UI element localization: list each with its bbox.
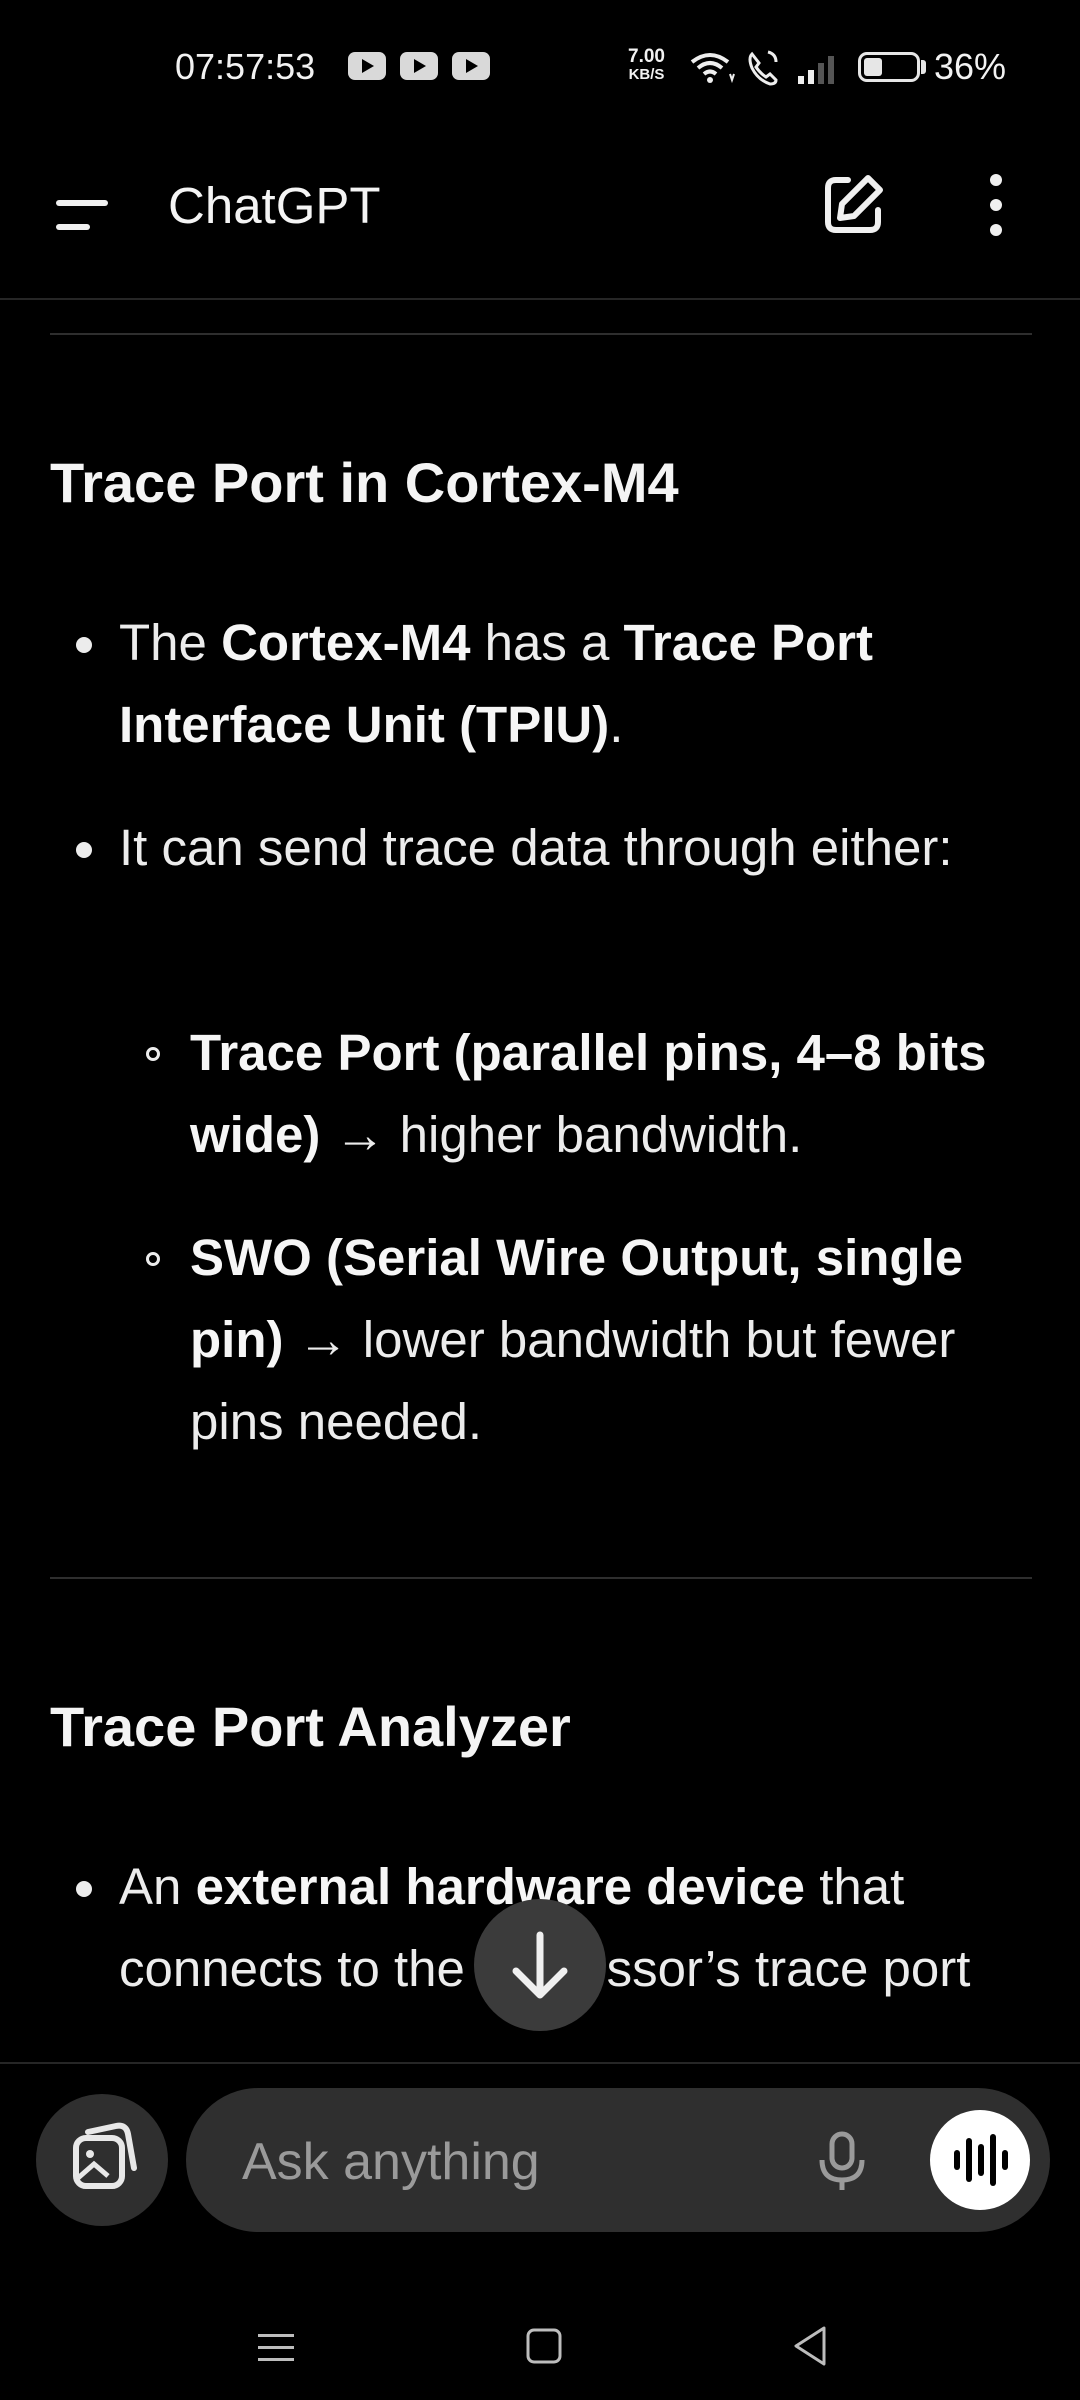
- bullet-marker: [76, 1881, 92, 1897]
- call-icon: [748, 50, 778, 86]
- voice-mode-button[interactable]: [930, 2110, 1030, 2210]
- sub-bullet-marker: [146, 1252, 160, 1266]
- home-icon[interactable]: [524, 2326, 564, 2366]
- youtube-notification-icon: [400, 52, 438, 80]
- sub-list-item: SWO (Serial Wire Output, single pin) → l…: [190, 1229, 964, 1450]
- more-vertical-icon[interactable]: [966, 170, 1026, 240]
- voice-waveform-icon: [954, 2134, 1008, 2186]
- image-gallery-icon: [73, 2122, 137, 2189]
- status-bar: 07:57:53 7.00 KB/S 36%: [0, 0, 1080, 140]
- battery-nub: [921, 60, 926, 74]
- section-heading: Trace Port in Cortex-M4: [50, 451, 679, 514]
- cellular-signal-icon: [798, 56, 834, 84]
- app-title: ChatGPT: [168, 177, 381, 234]
- network-speed: 7.00 KB/S: [628, 46, 665, 84]
- bullet-marker: [76, 637, 92, 653]
- sub-list-item: Trace Port (parallel pins, 4–8 bits wide…: [190, 1024, 987, 1163]
- message-input[interactable]: Ask anything: [186, 2088, 1050, 2232]
- media-button[interactable]: [36, 2094, 168, 2226]
- message-input-placeholder: Ask anything: [242, 2133, 540, 2191]
- arrow-down-icon: [512, 1931, 568, 1999]
- status-signal-icons: [690, 50, 834, 86]
- recent-apps-icon[interactable]: [256, 2328, 296, 2368]
- system-navigation-bar: [0, 2290, 1080, 2400]
- list-item: The Cortex-M4 has a Trace Port Interface…: [119, 614, 873, 753]
- list-item: It can send trace data through either:: [119, 819, 953, 876]
- network-speed-unit: KB/S: [628, 66, 665, 83]
- battery-level: [864, 58, 882, 76]
- wifi-icon: [690, 53, 735, 84]
- youtube-notification-icon: [452, 52, 490, 80]
- bullet-marker: [76, 842, 92, 858]
- scroll-to-bottom-button[interactable]: [474, 1899, 606, 2031]
- youtube-notification-icon: [348, 52, 386, 80]
- sub-bullet-marker: [146, 1047, 160, 1061]
- section-divider: [50, 333, 1032, 335]
- battery-icon: [858, 52, 920, 82]
- section-heading: Trace Port Analyzer: [50, 1695, 571, 1758]
- network-speed-value: 7.00: [628, 46, 665, 67]
- battery-percent: 36%: [934, 46, 1007, 87]
- microphone-icon[interactable]: [806, 2124, 878, 2196]
- notification-icons: [348, 52, 490, 80]
- edit-icon[interactable]: [818, 170, 888, 240]
- app-bar: ChatGPT: [0, 140, 1080, 300]
- back-icon[interactable]: [790, 2324, 830, 2368]
- section-divider: [50, 1577, 1032, 1579]
- chat-content[interactable]: Trace Port in Cortex-M4 The Cortex-M4 ha…: [0, 300, 1080, 2062]
- menu-icon[interactable]: [50, 188, 120, 248]
- status-time: 07:57:53: [175, 46, 316, 87]
